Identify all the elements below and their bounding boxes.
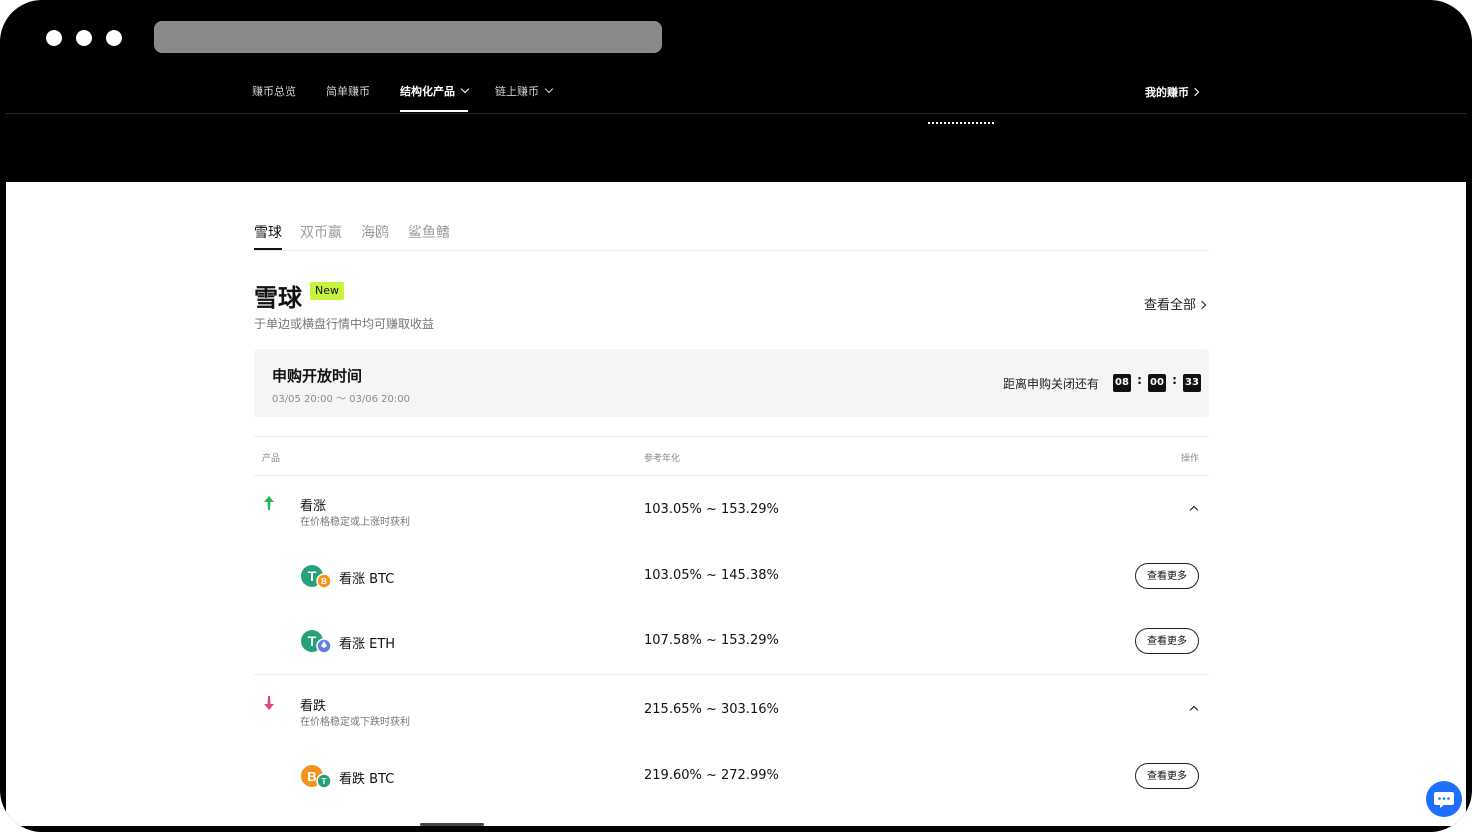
product-group-row[interactable]: 看涨 在价格稳定或上涨时获利 103.05% ~ 153.29% [254,475,1209,543]
banner-pagination-dots[interactable] [928,122,994,124]
arrow-down-icon [264,696,274,710]
countdown-timer: 距离申购关闭还有 08 : 00 : 33 [1003,373,1201,393]
product-apr: 103.05% ~ 145.38% [644,568,779,583]
countdown-seconds: 33 [1183,374,1201,392]
countdown-separator: : [1137,373,1142,387]
arrow-up-icon [264,496,274,510]
tab-shark-fin[interactable]: 鲨鱼鳍 [408,222,450,242]
chevron-up-icon[interactable] [1189,705,1199,715]
countdown-label: 距离申购关闭还有 [1002,376,1099,391]
active-tab-underline [254,248,282,250]
section-title: 雪球 [254,284,302,312]
subscription-title: 申购开放时间 [272,367,363,385]
window-control-dot[interactable] [106,30,122,46]
usdt-btc-icon: T B [301,565,332,588]
group-apr: 215.65% ~ 303.16% [644,702,779,717]
column-header-action: 操作 [1180,454,1199,464]
svg-text:T: T [308,633,317,649]
chat-bubble-icon [1434,792,1454,808]
main-content: 雪球 双币赢 海鸥 鲨鱼鳍 雪球 New 于单边或横盘行情中均可赚取收益 查看全… [6,182,1466,826]
nav-item-overview[interactable]: 赚币总览 [252,75,296,113]
countdown-minutes: 00 [1148,374,1166,392]
view-all-link[interactable]: 查看全部 [1144,294,1207,313]
svg-text:T: T [308,568,317,584]
product-row: B T 看跌 BTC 219.60% ~ 272.99% 查看更多 [254,760,1209,794]
nav-item-onchain-earn[interactable]: 链上赚币 [495,75,554,113]
product-row: T B 看涨 BTC 103.05% ~ 145.38% 查看更多 [254,559,1209,593]
group-description: 在价格稳定或上涨时获利 [300,517,410,528]
product-tabs: 雪球 双币赢 海鸥 鲨鱼鳍 [254,218,1209,251]
subscription-window-card: 申购开放时间 03/05 20:00 ～ 03/06 20:00 距离申购关闭还… [254,349,1209,417]
top-navigation: 赚币总览 简单赚币 结构化产品 链上赚币 我的赚币 [6,75,1466,114]
svg-text:B: B [321,577,327,586]
active-nav-underline [400,110,468,112]
view-more-button[interactable]: 查看更多 [1135,628,1199,654]
btc-usdt-icon: B T [301,765,332,788]
svg-text:T: T [322,777,327,786]
product-apr: 107.58% ~ 153.29% [644,633,779,648]
subscription-period: 03/05 20:00 ～ 03/06 20:00 [272,394,410,405]
group-name: 看涨 [300,499,327,514]
group-apr: 103.05% ~ 153.29% [644,502,779,517]
table-header: 产品 参考年化 操作 [254,436,1209,476]
content-wrapper: 雪球 双币赢 海鸥 鲨鱼鳍 雪球 New 于单边或横盘行情中均可赚取收益 查看全… [254,182,1209,826]
group-description: 在价格稳定或下跌时获利 [300,717,410,728]
section-subtitle: 于单边或横盘行情中均可赚取收益 [254,317,435,331]
svg-text:B: B [307,769,316,784]
chevron-up-icon[interactable] [1189,505,1199,515]
product-row: T 看涨 ETH 107.58% ~ 153.29% 查看更多 [254,625,1209,659]
my-earn-link[interactable]: 我的赚币 [1145,75,1200,110]
window-control-dot[interactable] [46,30,62,46]
group-name: 看跌 [300,699,327,714]
address-bar[interactable] [154,21,662,53]
countdown-hours: 08 [1113,374,1131,392]
usdt-eth-icon: T [301,630,332,653]
product-group-row[interactable]: 看跌 在价格稳定或下跌时获利 215.65% ~ 303.16% [254,675,1209,743]
chevron-down-icon [544,84,554,94]
product-name: 看跌 BTC [339,772,395,787]
nav-item-simple-earn[interactable]: 简单赚币 [326,75,370,113]
product-apr: 219.60% ~ 272.99% [644,768,779,783]
window-control-dot[interactable] [76,30,92,46]
chat-support-button[interactable] [1426,781,1462,817]
nav-item-structured-products[interactable]: 结构化产品 [400,75,470,113]
browser-window: 赚币总览 简单赚币 结构化产品 链上赚币 我的赚币 雪球 双币赢 海鸥 鲨鱼鳍 … [0,0,1472,832]
new-badge: New [310,282,344,300]
chevron-right-icon [1197,300,1207,310]
tab-dual-investment[interactable]: 双币赢 [300,222,342,242]
tab-seagull[interactable]: 海鸥 [361,222,389,242]
column-header-apr: 参考年化 [644,454,681,464]
column-header-product: 产品 [262,454,281,464]
chevron-down-icon [460,84,470,94]
tab-snowball[interactable]: 雪球 [254,222,282,250]
view-more-button[interactable]: 查看更多 [1135,763,1199,789]
horizontal-scrollbar[interactable] [420,823,484,826]
view-more-button[interactable]: 查看更多 [1135,563,1199,589]
countdown-separator: : [1172,373,1177,387]
product-name: 看涨 BTC [339,572,395,587]
product-name: 看涨 ETH [339,637,396,652]
chevron-right-icon [1190,87,1200,97]
